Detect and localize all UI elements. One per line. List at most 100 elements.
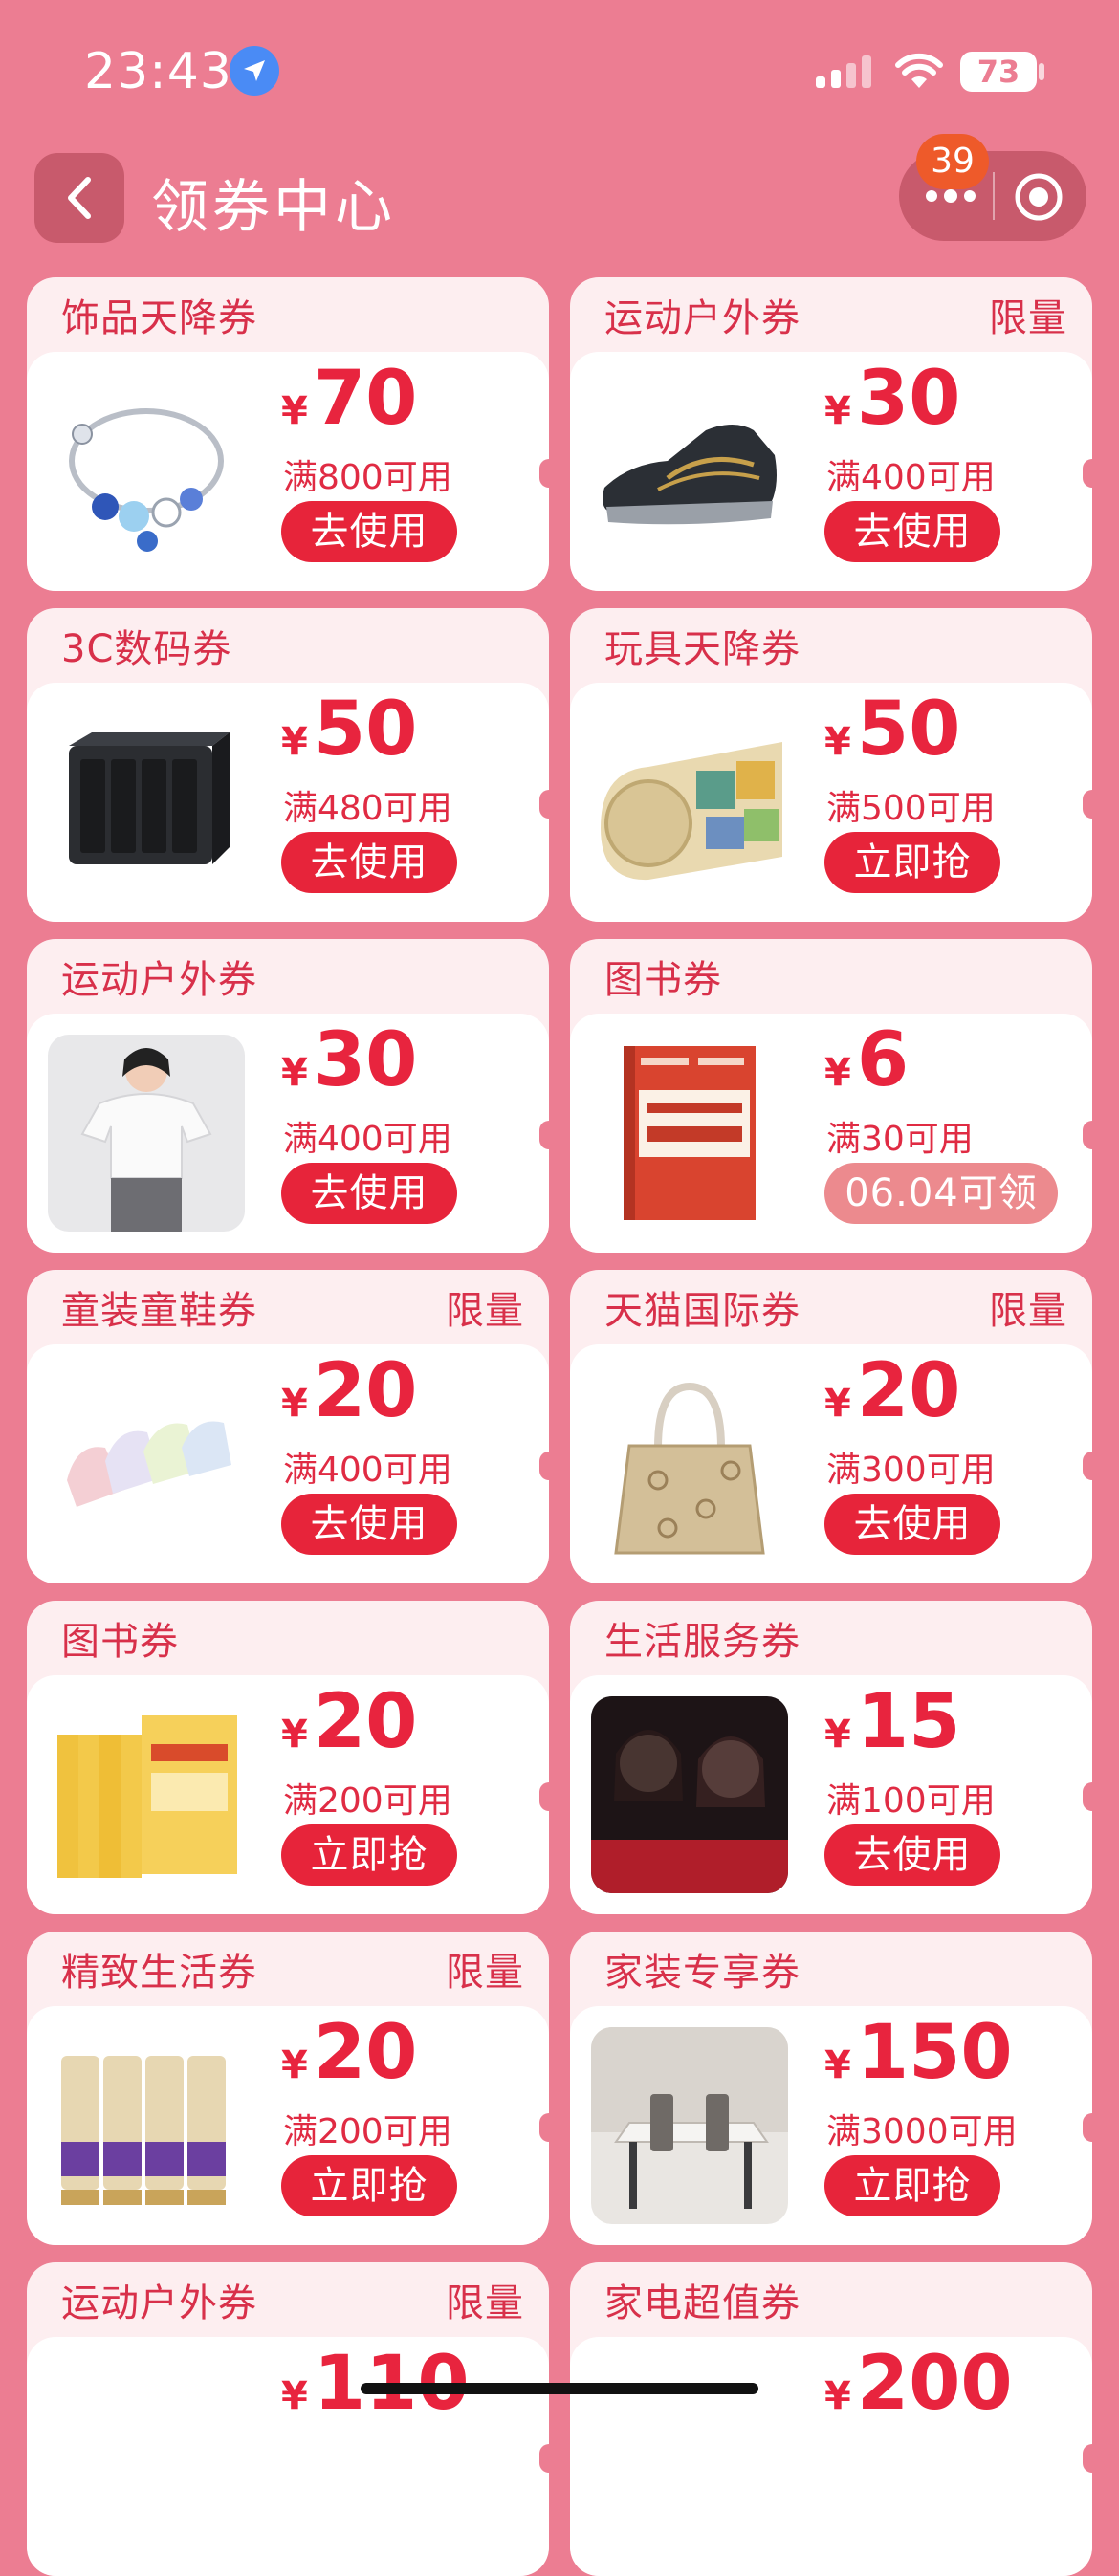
- coupon-body: ¥200: [570, 2337, 1092, 2576]
- battery-tip: [1039, 63, 1044, 80]
- coupon-condition: 满200可用: [283, 1781, 452, 1821]
- conditioner-image: [48, 2027, 245, 2224]
- currency-symbol: ¥: [824, 1051, 851, 1095]
- coupon-card[interactable]: 天猫国际券 限量 ¥20 满300可用 去使用: [570, 1270, 1092, 1583]
- coupon-condition: 满100可用: [826, 1781, 996, 1821]
- coupon-card[interactable]: 精致生活券 限量 ¥20 满200可用立即抢: [27, 1932, 549, 2245]
- coupon-notch: [1083, 2444, 1092, 2473]
- coupon-header: 运动户外券 限量: [570, 277, 1092, 352]
- coupon-body: ¥110: [27, 2337, 549, 2576]
- coupon-card[interactable]: 玩具天降券 ¥50 满500可用 立即抢: [570, 608, 1092, 922]
- coupon-header: 运动户外券: [27, 939, 549, 1014]
- coupon-action-button[interactable]: 去使用: [824, 1494, 1000, 1555]
- coupon-condition: 满3000可用: [826, 2112, 1018, 2151]
- close-target-icon[interactable]: [1012, 170, 1065, 224]
- coupon-notch: [539, 1452, 549, 1480]
- coupon-title: 天猫国际券: [604, 1289, 801, 1333]
- coupon-condition: 满400可用: [283, 1120, 452, 1159]
- coupon-condition: 满400可用: [826, 458, 996, 497]
- limited-tag: 限量: [446, 2281, 524, 2325]
- coupon-action-button[interactable]: 去使用: [824, 1824, 1000, 1886]
- coupon-action-button[interactable]: 去使用: [281, 1494, 457, 1555]
- amount-value: 30: [313, 1017, 418, 1103]
- coupon-card[interactable]: 生活服务券 ¥15 满100可用 去使用: [570, 1601, 1092, 1914]
- tote-bag-image: [591, 1365, 788, 1562]
- coupon-card[interactable]: 运动户外券 ¥30 满400可用 去使用: [27, 939, 549, 1253]
- coupon-card[interactable]: 饰品天降券 ¥70 满800可用 去使用: [27, 277, 549, 591]
- coupon-header: 天猫国际券 限量: [570, 1270, 1092, 1344]
- coupon-body: ¥30 满400可用去使用: [570, 352, 1092, 591]
- home-indicator: [361, 2383, 758, 2394]
- coupon-title: 3C数码券: [61, 627, 232, 671]
- coupon-body: ¥20 满300可用 去使用: [570, 1344, 1092, 1583]
- amount-value: 6: [856, 1017, 910, 1103]
- page-title: 领券中心: [151, 174, 396, 241]
- sneaker-image: [591, 373, 788, 570]
- coupon-card[interactable]: 家电超值券 ¥200: [570, 2262, 1092, 2576]
- coupon-amount: ¥50: [281, 692, 417, 767]
- coupon-title: 运动户外券: [61, 2281, 257, 2325]
- coupon-card[interactable]: 3C数码券 ¥50 满480可用去使用: [27, 608, 549, 922]
- coupon-amount: ¥20: [281, 2016, 417, 2090]
- book-set-image: [48, 1696, 245, 1893]
- coupon-action-button[interactable]: 去使用: [281, 501, 457, 562]
- coupon-amount: ¥20: [281, 1354, 417, 1429]
- amount-value: 50: [313, 687, 418, 773]
- coupon-condition: 满200可用: [283, 2112, 452, 2151]
- coupon-body: ¥15 满100可用 去使用: [570, 1675, 1092, 1914]
- coupon-condition: 满480可用: [283, 789, 452, 828]
- currency-symbol: ¥: [824, 2043, 851, 2087]
- coupon-title: 精致生活券: [61, 1951, 257, 1995]
- coupon-notch: [539, 1782, 549, 1811]
- coupon-card[interactable]: 家装专享券 ¥150 满3000可用立即抢: [570, 1932, 1092, 2245]
- coupon-action-button[interactable]: 立即抢: [824, 2155, 1000, 2216]
- coupon-notch: [1083, 1121, 1092, 1149]
- coupon-amount: ¥200: [824, 2347, 1013, 2421]
- coupon-card[interactable]: 童装童鞋券 限量 ¥20 满400可用 去使用: [27, 1270, 549, 1583]
- coupon-action-button[interactable]: 立即抢: [824, 832, 1000, 893]
- wifi-icon: [895, 53, 943, 88]
- limited-tag: 限量: [989, 1289, 1067, 1333]
- coupon-amount: ¥30: [824, 361, 960, 436]
- coupon-action-button[interactable]: 立即抢: [281, 2155, 457, 2216]
- amount-value: 30: [856, 356, 961, 442]
- currency-symbol: ¥: [824, 720, 851, 764]
- coupon-action-button[interactable]: 立即抢: [281, 1824, 457, 1886]
- currency-symbol: ¥: [281, 720, 308, 764]
- currency-symbol: ¥: [281, 389, 308, 433]
- beauty-photo-image: [591, 1696, 788, 1893]
- coupon-condition: 满400可用: [283, 1451, 452, 1490]
- coupon-title: 童装童鞋券: [61, 1289, 257, 1333]
- coupon-action-button[interactable]: 去使用: [281, 1163, 457, 1224]
- coupon-amount: ¥50: [824, 692, 960, 767]
- battery-indicator: 73: [960, 52, 1037, 92]
- coupon-notch: [539, 2444, 549, 2473]
- coupon-action-button[interactable]: 06.04可领: [824, 1163, 1058, 1224]
- coupon-card[interactable]: 图书券 ¥20 满200可用 立即抢: [27, 1601, 549, 1914]
- limited-tag: 限量: [446, 1951, 524, 1995]
- bracelet-image: [48, 373, 245, 570]
- coupon-action-button[interactable]: 去使用: [281, 832, 457, 893]
- coupon-header: 生活服务券: [570, 1601, 1092, 1675]
- coupon-condition: 满300可用: [826, 1451, 996, 1490]
- coupon-action-button[interactable]: 去使用: [824, 501, 1000, 562]
- coupon-card[interactable]: 运动户外券 限量 ¥110: [27, 2262, 549, 2576]
- coupon-amount: ¥6: [824, 1023, 909, 1098]
- kids-jackets-image: [48, 1365, 245, 1562]
- coupon-header: 家装专享券: [570, 1932, 1092, 2006]
- coupon-header: 家电超值券: [570, 2262, 1092, 2337]
- coupon-body: ¥50 满480可用去使用: [27, 683, 549, 922]
- coupon-card[interactable]: 运动户外券 限量 ¥30 满400可用去使用: [570, 277, 1092, 591]
- amount-value: 70: [313, 356, 418, 442]
- coupon-notch: [1083, 790, 1092, 819]
- coupon-body: ¥50 满500可用立即抢: [570, 683, 1092, 922]
- coupon-card[interactable]: 图书券 ¥6 满30可用 06.04可领: [570, 939, 1092, 1253]
- tshirt-model-image: [48, 1035, 245, 1232]
- location-arrow-icon: [230, 46, 279, 96]
- coupon-amount: ¥150: [824, 2016, 1013, 2090]
- back-button[interactable]: [34, 153, 124, 243]
- coupon-condition: 满500可用: [826, 789, 996, 828]
- coupon-title: 家电超值券: [604, 2281, 801, 2325]
- amount-value: 50: [856, 687, 961, 773]
- chevron-left-icon: [68, 177, 91, 219]
